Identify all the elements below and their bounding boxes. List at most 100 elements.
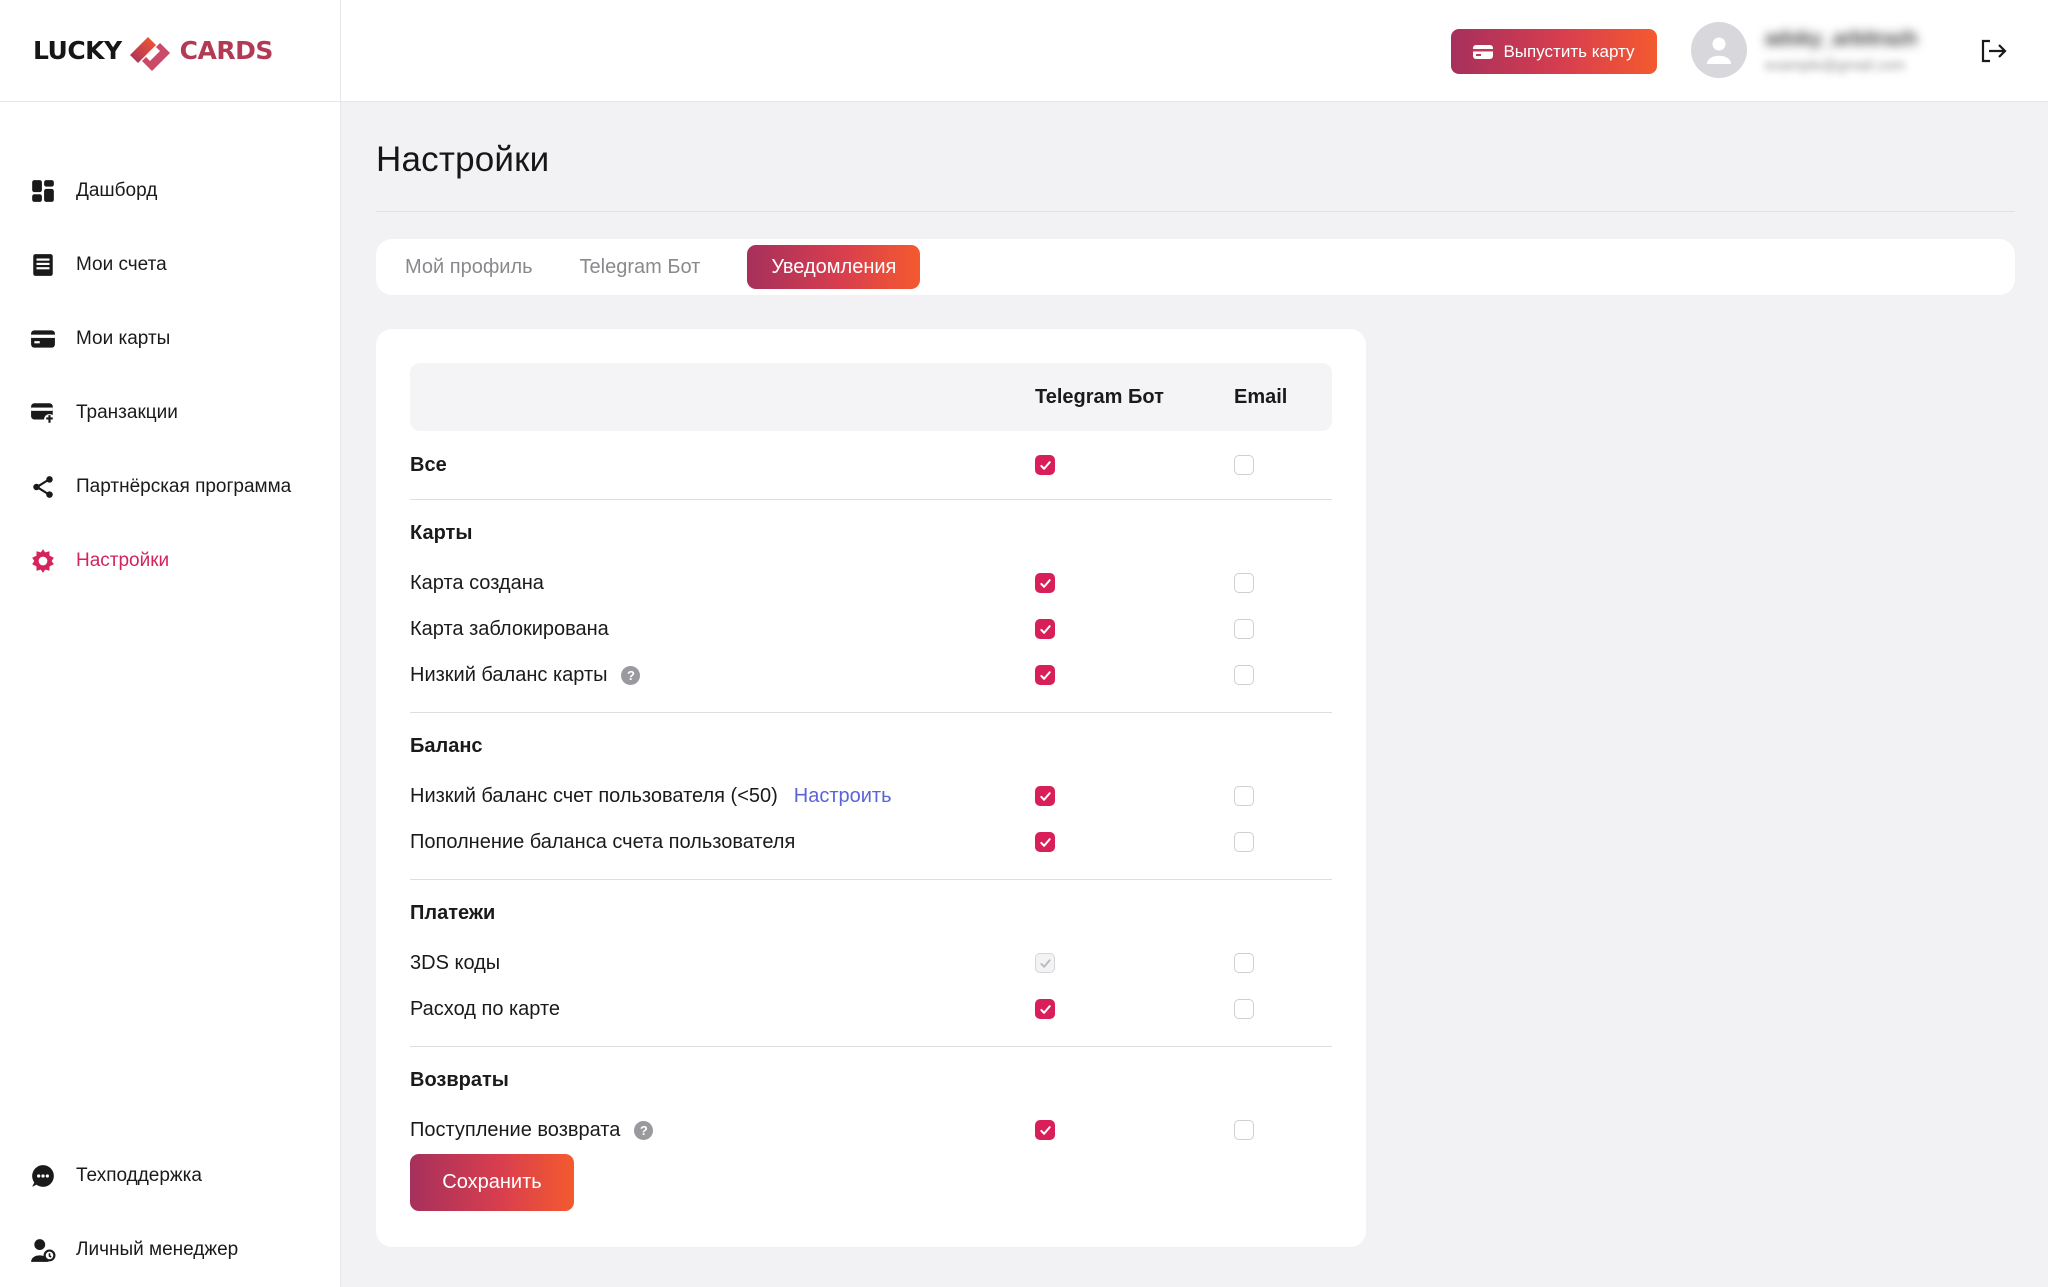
- dashboard-icon: [30, 178, 56, 204]
- checkmark-icon: [1039, 670, 1051, 680]
- row-label-text: 3DS коды: [410, 951, 501, 974]
- sidebar-item-manager[interactable]: Личный менеджер: [30, 1213, 238, 1287]
- row-label: Низкий баланс счет пользователя (<50) Нас…: [410, 785, 892, 808]
- row-label: Низкий баланс карты?: [410, 664, 641, 687]
- help-icon[interactable]: ?: [634, 1120, 654, 1140]
- email-checkbox[interactable]: [1234, 573, 1254, 593]
- table-row: Карта создана: [410, 560, 1332, 606]
- issue-card-button[interactable]: Выпустить карту: [1451, 29, 1657, 74]
- row-label: Все: [410, 454, 447, 477]
- table-row: Пополнение баланса счета пользователя: [410, 819, 1332, 865]
- sidebar-item-accounts[interactable]: Мои счета: [30, 228, 340, 302]
- column-header-telegram: Telegram Бот: [1035, 385, 1164, 408]
- chat-icon: [30, 1163, 56, 1189]
- tab-telegram-bot[interactable]: Telegram Бот: [580, 245, 725, 289]
- email-checkbox[interactable]: [1234, 832, 1254, 852]
- email-checkbox[interactable]: [1234, 1120, 1254, 1140]
- telegram-checkbox[interactable]: [1035, 786, 1055, 806]
- email-checkbox[interactable]: [1234, 665, 1254, 685]
- sidebar-item-label: Техподдержка: [76, 1165, 202, 1186]
- telegram-checkbox[interactable]: [1035, 573, 1055, 593]
- configure-link[interactable]: Настроить: [794, 785, 892, 808]
- sidebar-item-label: Дашборд: [76, 180, 158, 201]
- checkmark-icon: [1039, 460, 1051, 470]
- row-label: Пополнение баланса счета пользователя: [410, 831, 795, 854]
- sidebar: LUCKY CARDS Дашборд Мои счета Мои карты …: [0, 0, 341, 1287]
- sidebar-item-support[interactable]: Техподдержка: [30, 1139, 238, 1213]
- telegram-checkbox[interactable]: [1035, 1120, 1055, 1140]
- sidebar-item-transactions[interactable]: Транзакции: [30, 376, 340, 450]
- accounts-icon: [30, 252, 56, 278]
- user-info[interactable]: adsky_arbitrazh example@gmail.com: [1765, 28, 1917, 74]
- telegram-checkbox[interactable]: [1035, 665, 1055, 685]
- row-label-text: Пополнение баланса счета пользователя: [410, 830, 796, 853]
- sidebar-item-label: Настройки: [76, 550, 170, 571]
- logo[interactable]: LUCKY CARDS: [0, 0, 340, 102]
- logout-icon[interactable]: [1979, 36, 2009, 66]
- sidebar-bottom-nav: Техподдержка Личный менеджер: [30, 1139, 238, 1287]
- telegram-checkbox[interactable]: [1035, 455, 1055, 475]
- telegram-checkbox: [1035, 953, 1055, 973]
- row-label: 3DS коды: [410, 952, 500, 975]
- row-label-text: Низкий баланс счет пользователя (<50): [410, 784, 778, 807]
- row-label-text: Поступление возврата: [410, 1118, 621, 1141]
- table-row: Низкий баланс счет пользователя (<50) Нас…: [410, 773, 1332, 819]
- sidebar-item-label: Транзакции: [76, 402, 178, 423]
- manager-icon: [30, 1237, 56, 1263]
- page-title: Настройки: [376, 140, 550, 179]
- table-header: Telegram Бот Email: [410, 363, 1332, 431]
- sidebar-item-dashboard[interactable]: Дашборд: [30, 154, 340, 228]
- help-icon[interactable]: ?: [621, 665, 641, 685]
- sidebar-item-cards[interactable]: Мои карты: [30, 302, 340, 376]
- telegram-checkbox[interactable]: [1035, 619, 1055, 639]
- row-label-text: Карта заблокирована: [410, 617, 609, 640]
- notifications-card: Telegram Бот Email Все Карты Карта создана…: [376, 329, 1366, 1247]
- title-divider: [376, 211, 2015, 212]
- section-title: Баланс: [410, 713, 1332, 773]
- save-button[interactable]: Сохранить: [410, 1154, 574, 1211]
- email-checkbox[interactable]: [1234, 455, 1254, 475]
- checkmark-icon: [1039, 624, 1051, 634]
- checkmark-icon: [1039, 1125, 1051, 1135]
- telegram-checkbox[interactable]: [1035, 999, 1055, 1019]
- section-title-text: Карты: [410, 522, 473, 544]
- section-title: Карты: [410, 500, 1332, 560]
- checkmark-icon: [1039, 1004, 1051, 1014]
- tab-notifications[interactable]: Уведомления: [747, 245, 921, 289]
- card-icon: [30, 326, 56, 352]
- row-label: Расход по карте: [410, 998, 560, 1021]
- sidebar-item-label: Мои карты: [76, 328, 171, 349]
- top-header: Выпустить карту adsky_arbitrazh example@…: [341, 0, 2048, 102]
- section-title: Платежи: [410, 880, 1332, 940]
- email-checkbox[interactable]: [1234, 953, 1254, 973]
- checkmark-icon: [1039, 578, 1051, 588]
- checkmark-icon: [1039, 791, 1051, 801]
- user-icon: [1707, 37, 1731, 64]
- telegram-checkbox[interactable]: [1035, 832, 1055, 852]
- issue-card-label: Выпустить карту: [1503, 41, 1635, 61]
- checkmark-icon: [1039, 837, 1051, 847]
- section-title-text: Платежи: [410, 902, 496, 924]
- logo-text-right: CARDS: [179, 36, 274, 65]
- section-title-text: Возвраты: [410, 1069, 509, 1091]
- avatar[interactable]: [1691, 22, 1747, 78]
- email-checkbox[interactable]: [1234, 999, 1254, 1019]
- logo-mark-icon: [129, 36, 170, 71]
- card-icon: [1473, 44, 1494, 59]
- row-label-text: Все: [410, 453, 447, 476]
- row-label: Поступление возврата?: [410, 1118, 654, 1142]
- transactions-icon: [30, 400, 56, 426]
- sidebar-item-partner[interactable]: Партнёрская программа: [30, 450, 340, 524]
- section-title: Возвраты: [410, 1047, 1332, 1107]
- email-checkbox[interactable]: [1234, 619, 1254, 639]
- table-row: Поступление возврата?: [410, 1107, 1332, 1153]
- email-checkbox[interactable]: [1234, 786, 1254, 806]
- user-email: example@gmail.com: [1765, 57, 1906, 74]
- sidebar-item-settings[interactable]: Настройки: [30, 524, 340, 598]
- table-row: Расход по карте: [410, 986, 1332, 1032]
- row-label-text: Карта создана: [410, 571, 544, 594]
- tab-profile[interactable]: Мой профиль: [405, 245, 557, 289]
- table-body: Все Карты Карта создана Карта заблокирована…: [410, 431, 1332, 1153]
